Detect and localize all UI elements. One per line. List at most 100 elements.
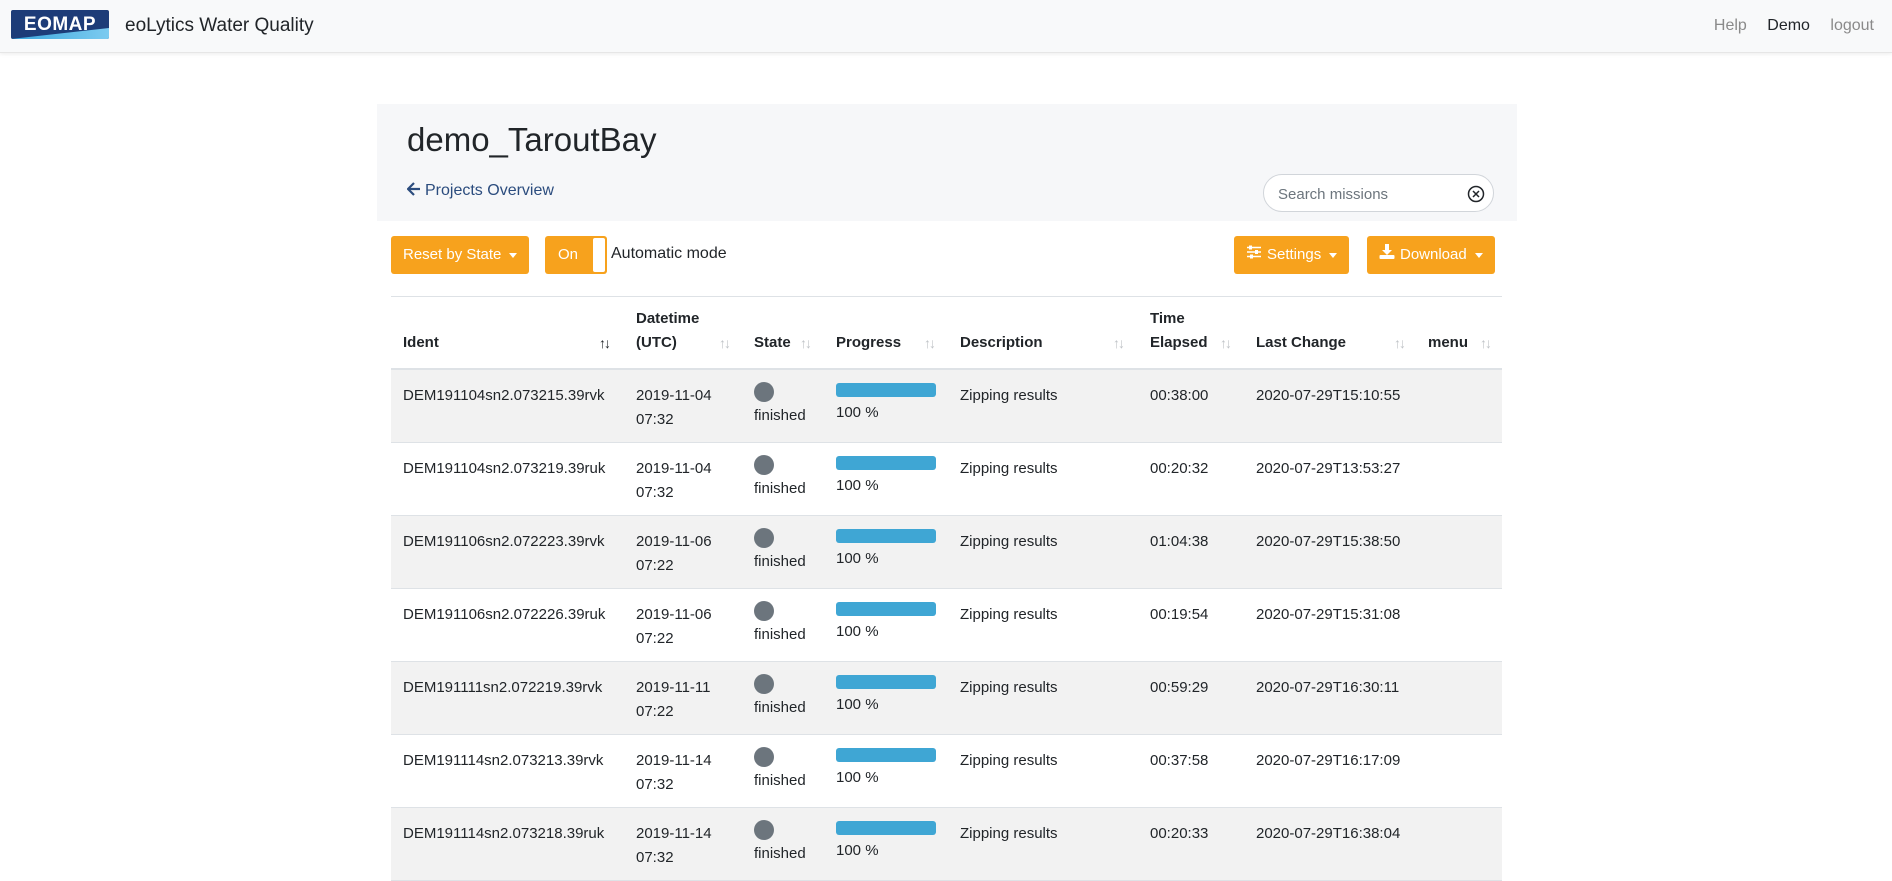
time-text: 07:32: [636, 776, 674, 793]
datetime-cell: 2019-11-06 07:22: [636, 603, 712, 651]
settings-button[interactable]: Settings: [1234, 236, 1350, 274]
state-cell: finished: [754, 747, 806, 793]
progress-bar: [836, 456, 936, 470]
state-indicator-icon: [754, 528, 774, 548]
description-cell: Zipping results: [960, 752, 1058, 769]
sort-icon[interactable]: ↑↓: [924, 335, 936, 351]
state-text: finished: [754, 626, 806, 643]
date-text: 2019-11-06: [636, 606, 712, 623]
elapsed-cell: 00:59:29: [1150, 679, 1209, 696]
column-header-state[interactable]: State: [754, 331, 791, 355]
time-text: 07:22: [636, 630, 674, 647]
state-text: finished: [754, 480, 806, 497]
logo-text: EOMAP: [23, 14, 97, 35]
sort-icon[interactable]: ↑↓: [719, 335, 731, 351]
sort-icon[interactable]: ↑↓: [599, 335, 611, 351]
sort-icon[interactable]: ↑↓: [1394, 335, 1406, 351]
column-header-datetime[interactable]: Datetime (UTC): [636, 307, 699, 355]
ident-cell: DEM191106sn2.072223.39rvk: [403, 533, 605, 550]
download-label: Download: [1400, 246, 1467, 263]
elapsed-cell: 00:20:32: [1150, 460, 1209, 477]
progress-fill: [836, 821, 936, 835]
chevron-down-icon: [509, 252, 518, 258]
datetime-cell: 2019-11-06 07:22: [636, 530, 712, 578]
projects-overview-link[interactable]: Projects Overview: [406, 182, 554, 200]
progress-fill: [836, 529, 936, 543]
datetime-cell: 2019-11-11 07:22: [636, 676, 711, 724]
column-header-description[interactable]: Description: [960, 331, 1043, 355]
description-cell: Zipping results: [960, 825, 1058, 842]
nav-link-demo[interactable]: Demo: [1767, 17, 1810, 34]
description-cell: Zipping results: [960, 533, 1058, 550]
state-cell: finished: [754, 382, 806, 428]
column-header-menu[interactable]: menu: [1428, 331, 1468, 355]
ident-cell: DEM191104sn2.073215.39rvk: [403, 387, 605, 404]
elapsed-cell: 01:04:38: [1150, 533, 1209, 550]
elapsed-cell: 00:38:00: [1150, 387, 1209, 404]
table-row[interactable]: DEM191106sn2.072223.39rvk 2019-11-06 07:22…: [391, 516, 1502, 589]
table-row[interactable]: DEM191104sn2.073219.39ruk 2019-11-04 07:32…: [391, 443, 1502, 516]
sort-icon[interactable]: ↑↓: [800, 335, 812, 351]
projects-overview-label: Projects Overview: [425, 182, 554, 199]
sort-icon[interactable]: ↑↓: [1113, 335, 1125, 351]
time-header-line1: Time: [1150, 310, 1185, 327]
column-header-last-change[interactable]: Last Change: [1256, 331, 1346, 355]
last-change-cell: 2020-07-29T13:53:27: [1256, 460, 1401, 477]
date-text: 2019-11-14: [636, 752, 712, 769]
progress-fill: [836, 456, 936, 470]
last-change-cell: 2020-07-29T15:38:50: [1256, 533, 1401, 550]
time-text: 07:32: [636, 849, 674, 866]
search-input[interactable]: [1276, 183, 1456, 205]
state-cell: finished: [754, 820, 806, 866]
app-title[interactable]: eoLytics Water Quality: [125, 15, 314, 37]
ident-cell: DEM191106sn2.072226.39ruk: [403, 606, 606, 623]
progress-cell: 100 %: [836, 602, 936, 644]
datetime-cell: 2019-11-14 07:32: [636, 749, 712, 797]
chevron-down-icon: [1474, 252, 1483, 258]
download-button[interactable]: Download: [1367, 236, 1495, 274]
page-title: demo_TaroutBay: [407, 121, 657, 158]
datetime-cell: 2019-11-04 07:32: [636, 384, 712, 432]
nav-link-logout[interactable]: logout: [1830, 17, 1874, 34]
state-text: finished: [754, 845, 806, 862]
table-row[interactable]: DEM191104sn2.073215.39rvk 2019-11-04 07:32…: [391, 370, 1502, 443]
last-change-cell: 2020-07-29T16:17:09: [1256, 752, 1401, 769]
sort-icon[interactable]: ↑↓: [1220, 335, 1232, 351]
clear-search-icon[interactable]: [1467, 185, 1485, 203]
column-header-time-elapsed[interactable]: Time Elapsed: [1150, 307, 1208, 355]
state-indicator-icon: [754, 601, 774, 621]
table-row[interactable]: DEM191111sn2.072219.39rvk 2019-11-11 07:22…: [391, 662, 1502, 735]
state-indicator-icon: [754, 747, 774, 767]
progress-fill: [836, 602, 936, 616]
progress-bar: [836, 748, 936, 762]
date-text: 2019-11-04: [636, 460, 712, 477]
progress-fill: [836, 383, 936, 397]
progress-bar: [836, 821, 936, 835]
nav-link-help[interactable]: Help: [1714, 17, 1747, 34]
toggle-label: On: [558, 246, 579, 263]
last-change-cell: 2020-07-29T16:30:11: [1256, 679, 1400, 696]
progress-label: 100 %: [836, 623, 879, 640]
ident-cell: DEM191114sn2.073213.39rvk: [403, 752, 604, 769]
table-row[interactable]: DEM191106sn2.072226.39ruk 2019-11-06 07:22…: [391, 589, 1502, 662]
column-header-progress[interactable]: Progress: [836, 331, 901, 355]
sort-icon[interactable]: ↑↓: [1480, 335, 1492, 351]
last-change-cell: 2020-07-29T15:31:08: [1256, 606, 1401, 623]
progress-label: 100 %: [836, 769, 879, 786]
progress-fill: [836, 675, 936, 689]
eomap-logo[interactable]: EOMAP: [11, 10, 109, 39]
download-icon: [1379, 236, 1395, 274]
table-row[interactable]: DEM191114sn2.073218.39ruk 2019-11-14 07:32…: [391, 808, 1502, 881]
column-header-ident[interactable]: Ident: [403, 331, 439, 355]
progress-cell: 100 %: [836, 456, 936, 498]
automatic-mode-toggle[interactable]: On: [545, 236, 607, 274]
ident-cell: DEM191104sn2.073219.39ruk: [403, 460, 606, 477]
table-row[interactable]: DEM191114sn2.073213.39rvk 2019-11-14 07:32…: [391, 735, 1502, 808]
time-text: 07:22: [636, 557, 674, 574]
state-text: finished: [754, 772, 806, 789]
project-header: demo_TaroutBay Projects Overview: [377, 104, 1517, 221]
reset-by-state-button[interactable]: Reset by State: [391, 236, 530, 274]
date-text: 2019-11-11: [636, 679, 711, 696]
progress-cell: 100 %: [836, 748, 936, 790]
datetime-cell: 2019-11-14 07:32: [636, 822, 712, 870]
